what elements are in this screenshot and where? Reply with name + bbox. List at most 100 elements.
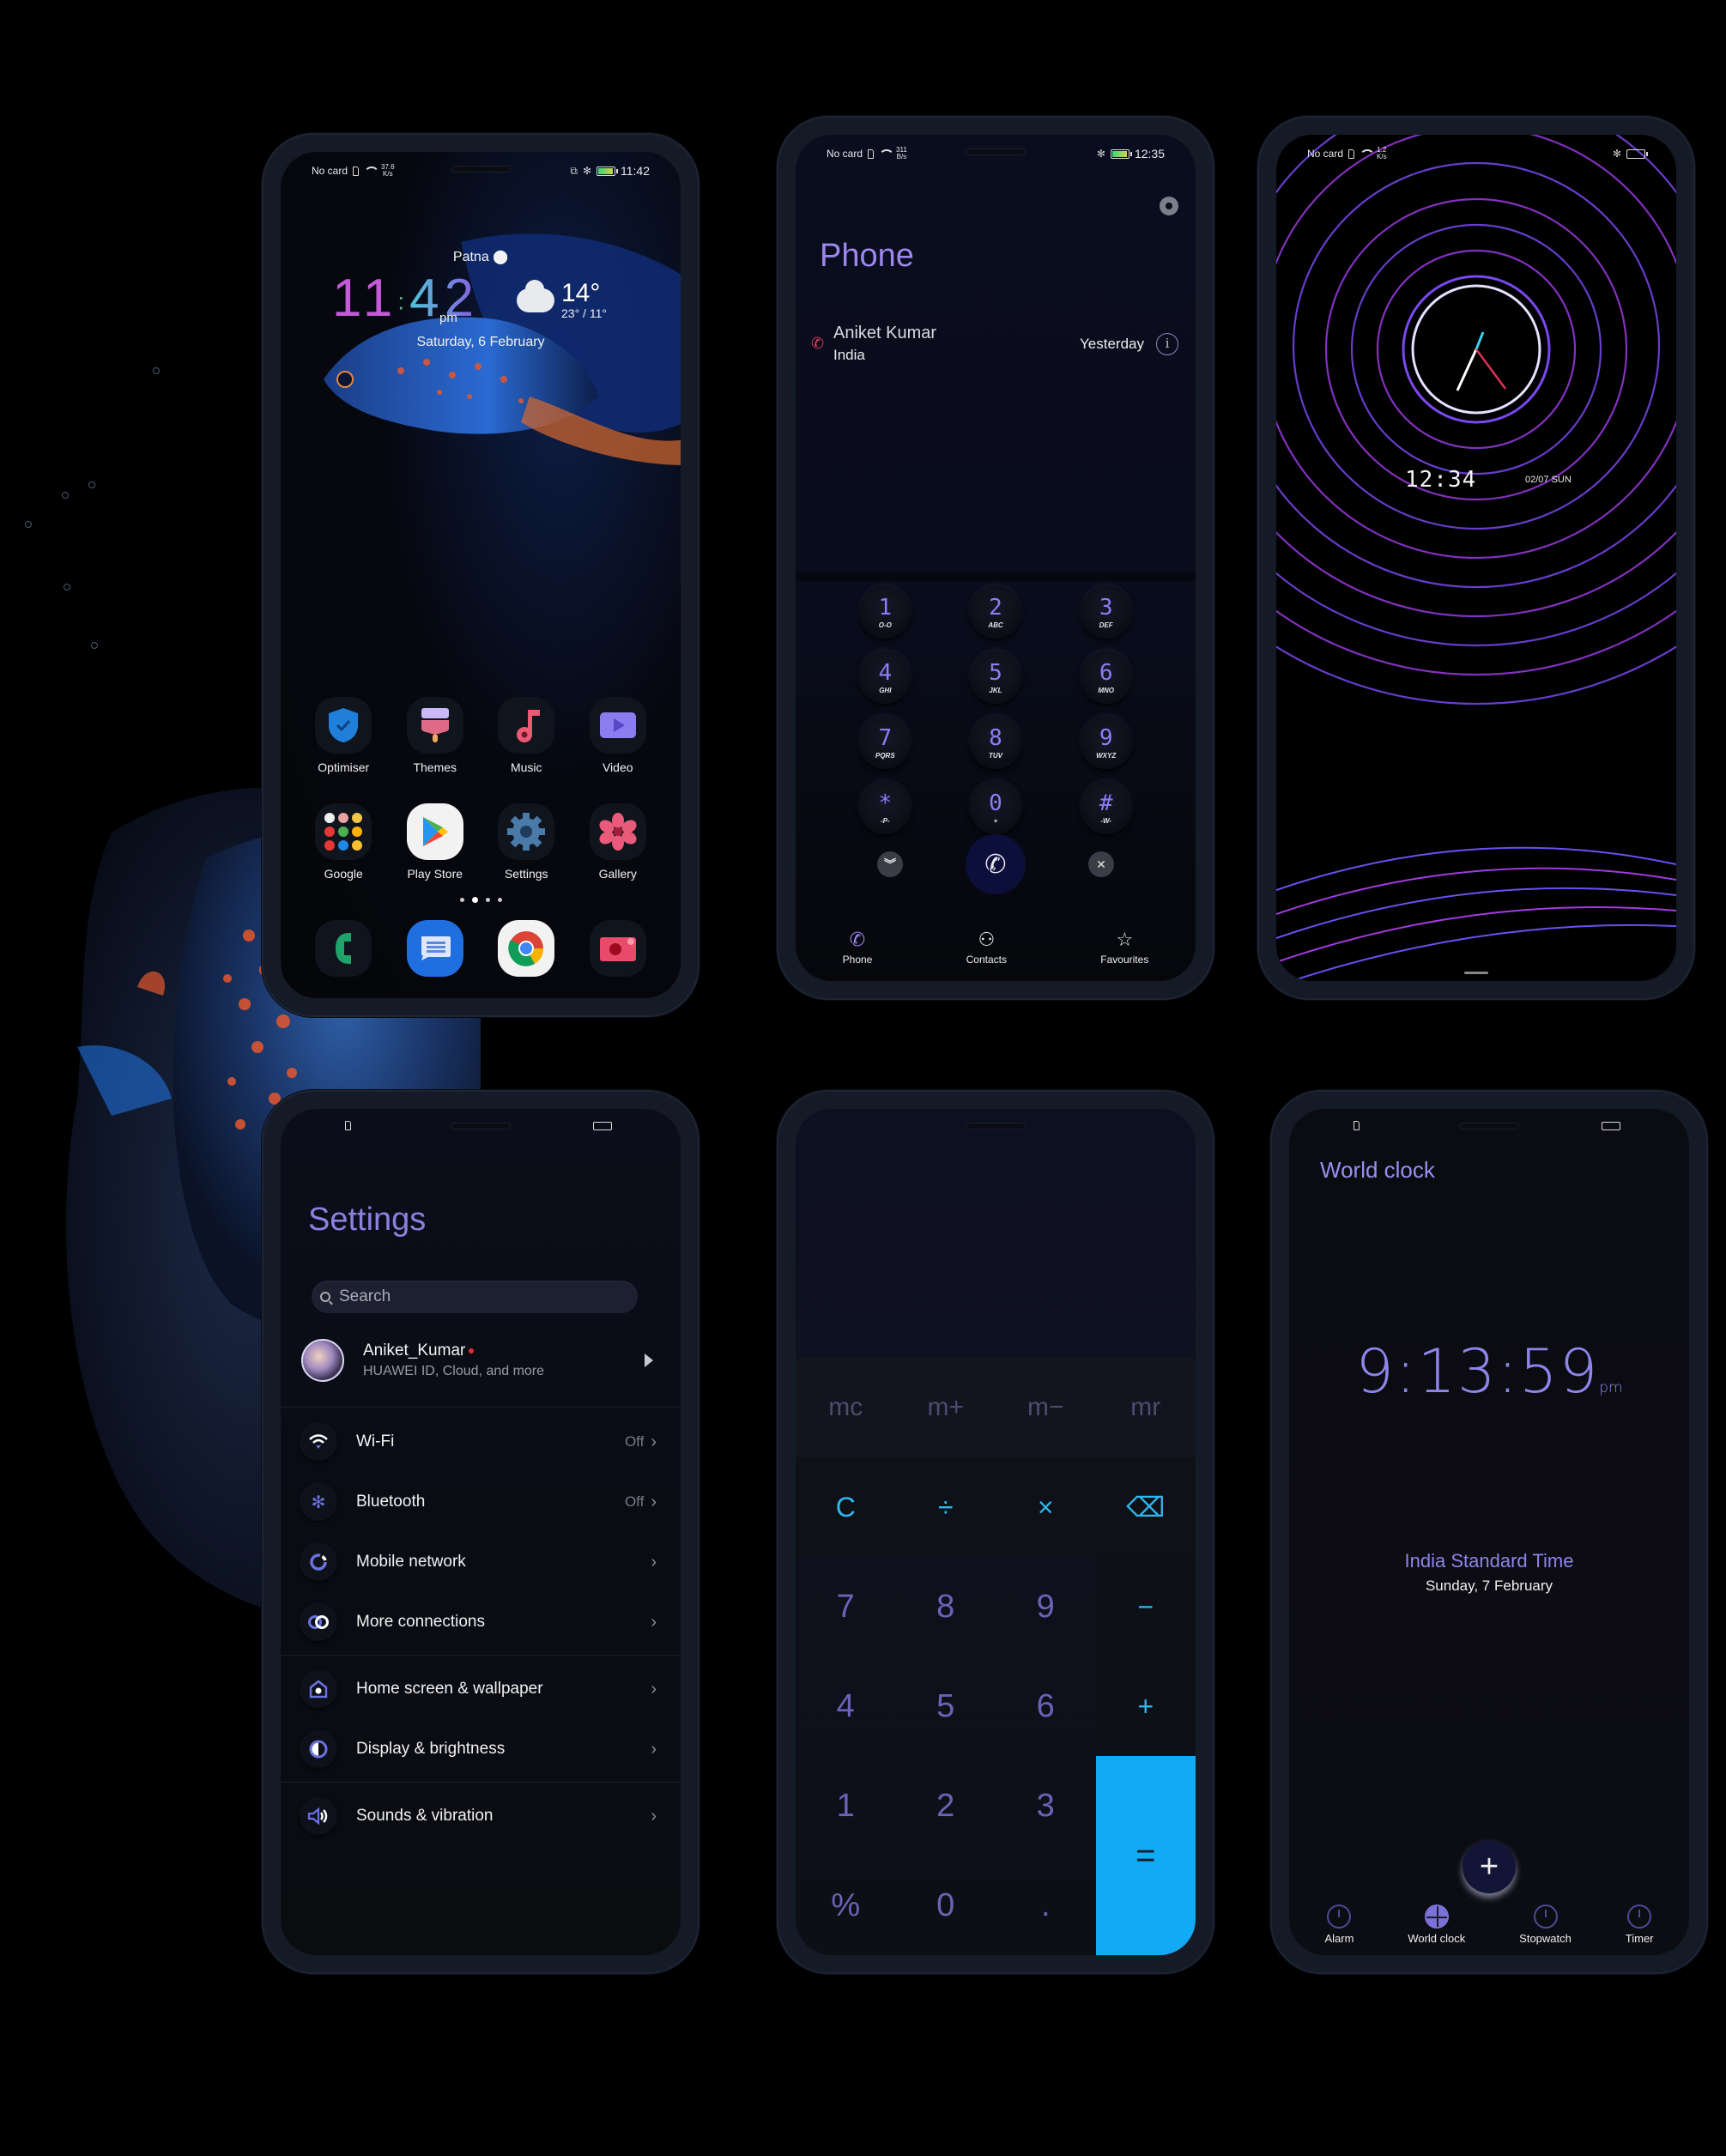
dial-key-digit: 6 <box>1099 659 1113 686</box>
settings-item-more-connections[interactable]: More connections › <box>300 1598 657 1646</box>
app-music[interactable]: Music <box>481 697 572 774</box>
app-themes[interactable]: Themes <box>390 697 481 774</box>
settings-item-wifi[interactable]: Wi-Fi Off › <box>300 1418 657 1466</box>
digit-key[interactable]: 0 <box>896 1856 996 1955</box>
memory-key[interactable]: m+ <box>895 1358 996 1457</box>
app-gallery[interactable]: Gallery <box>572 803 664 881</box>
tab-stopwatch[interactable]: Stopwatch <box>1519 1905 1572 1945</box>
search-bar[interactable] <box>312 1281 638 1313</box>
dock-phone[interactable] <box>298 920 390 977</box>
page-dot-active[interactable] <box>471 897 478 903</box>
page-dot[interactable] <box>497 898 502 902</box>
home-indicator[interactable] <box>1464 972 1488 974</box>
tab-phone[interactable]: ✆ Phone <box>843 930 873 966</box>
dial-key[interactable]: 1 O-O <box>859 585 911 639</box>
settings-item-mobile-network[interactable]: Mobile network › <box>300 1538 657 1586</box>
dial-key[interactable]: 2 ABC <box>969 585 1021 639</box>
tab-contacts[interactable]: ⚇ Contacts <box>966 930 1007 966</box>
settings-item-home-screen[interactable]: Home screen & wallpaper › <box>300 1665 657 1713</box>
add-city-button[interactable]: + <box>1463 1840 1516 1893</box>
add-key[interactable]: + <box>1095 1656 1196 1756</box>
decimal-key[interactable]: . <box>996 1856 1096 1955</box>
bluetooth-icon: ✻ <box>1612 148 1621 160</box>
dial-key[interactable]: 4 GHI <box>859 651 911 704</box>
dial-key[interactable]: * -P- <box>859 781 911 834</box>
settings-item-display[interactable]: Display & brightness › <box>300 1725 657 1773</box>
dial-key[interactable]: 8 TUV <box>969 716 1021 769</box>
page-dot[interactable] <box>485 898 490 902</box>
network-rate: 37.6 K/s <box>381 163 395 178</box>
cast-icon: ⧉ <box>570 164 578 177</box>
dial-key[interactable]: 6 MNO <box>1080 651 1132 704</box>
account-row[interactable]: Aniket_Kumar HUAWEI ID, Cloud, and more <box>301 1339 660 1382</box>
call-log-item[interactable]: ✆ Aniket Kumar India Yesterday i <box>811 324 1178 364</box>
memory-key[interactable]: mc <box>796 1358 896 1457</box>
dial-key[interactable]: 9 WXYZ <box>1080 716 1132 769</box>
aod-screen: No card 1.2 K/s ✻ 12:34 02/07 SUN <box>1276 135 1676 981</box>
subtract-key[interactable]: − <box>1095 1557 1196 1656</box>
digit-key[interactable]: 4 <box>796 1656 896 1756</box>
app-google-folder[interactable]: Google <box>298 803 390 881</box>
gear-icon <box>507 813 546 851</box>
sim-icon <box>868 148 875 159</box>
chevron-right-icon: › <box>651 1492 657 1511</box>
status-time: 11:42 <box>621 164 650 178</box>
dial-key[interactable]: 7 PQRS <box>859 716 911 769</box>
memory-key[interactable]: mr <box>1095 1358 1196 1457</box>
digit-key[interactable]: 5 <box>896 1656 996 1756</box>
digit-key[interactable]: 1 <box>796 1756 896 1856</box>
dial-key[interactable]: 5 JKL <box>969 651 1021 704</box>
tab-favourites[interactable]: ☆ Favourites <box>1100 930 1148 966</box>
dock-chrome[interactable] <box>481 920 572 977</box>
digit-key[interactable]: 7 <box>796 1557 896 1656</box>
app-settings[interactable]: Settings <box>481 803 572 881</box>
calculator-display <box>796 1109 1196 1358</box>
memory-key[interactable]: m− <box>996 1358 1096 1457</box>
dial-key-digit: 9 <box>1099 724 1113 751</box>
dial-key[interactable]: # -W- <box>1080 781 1132 834</box>
dock-messages[interactable] <box>390 920 481 977</box>
dial-key[interactable]: 0 + <box>969 781 1021 834</box>
dial-key[interactable]: 3 DEF <box>1080 585 1132 639</box>
equals-key[interactable]: = <box>1095 1756 1196 1955</box>
digit-key[interactable]: 3 <box>996 1756 1096 1856</box>
tab-timer[interactable]: Timer <box>1626 1905 1654 1945</box>
caller-name: Aniket Kumar <box>833 324 937 342</box>
collapse-dialpad-button[interactable]: ︾ <box>877 851 903 877</box>
call-button[interactable]: ✆ <box>966 834 1026 894</box>
app-video[interactable]: Video <box>572 697 664 774</box>
digit-key[interactable]: 9 <box>996 1557 1096 1656</box>
multiply-key[interactable]: × <box>996 1457 1096 1557</box>
world-clock-time: 9:13:59pm <box>1355 1336 1623 1407</box>
delete-button[interactable]: ✕ <box>1088 851 1114 877</box>
digit-key[interactable]: 2 <box>896 1756 996 1856</box>
search-input[interactable] <box>339 1287 593 1306</box>
wifi-icon <box>300 1423 337 1461</box>
percent-key[interactable]: % <box>796 1856 896 1955</box>
weather-widget[interactable]: 14° 23° / 11° <box>517 280 607 320</box>
bubble <box>64 584 70 590</box>
dialpad: 1 O-O 2 ABC 3 DEF 4 GHI 5 JKL 6 MNO 7 PQRS 8 TUV 9 WXYZ * -… <box>830 585 1161 834</box>
page-dot[interactable] <box>459 898 464 902</box>
bubble <box>62 492 69 499</box>
settings-item-bluetooth[interactable]: ✻ Bluetooth Off › <box>300 1478 657 1526</box>
sim-icon <box>1348 148 1355 159</box>
info-icon[interactable]: i <box>1156 332 1178 355</box>
page-indicator[interactable] <box>281 897 681 903</box>
tab-alarm[interactable]: Alarm <box>1324 1905 1354 1945</box>
clear-key[interactable]: C <box>796 1457 896 1557</box>
settings-gear-icon[interactable] <box>1160 197 1178 215</box>
app-optimiser[interactable]: Optimiser <box>298 697 390 774</box>
divide-key[interactable]: ÷ <box>895 1457 996 1557</box>
call-time: Yesterday <box>1080 335 1144 352</box>
dock-camera[interactable] <box>572 920 664 977</box>
tab-world-clock[interactable]: World clock <box>1408 1905 1465 1945</box>
backspace-key[interactable]: ⌫ <box>1095 1457 1196 1557</box>
dial-key-letters: WXYZ <box>1096 751 1117 760</box>
digit-key[interactable]: 8 <box>896 1557 996 1656</box>
settings-item-sounds[interactable]: Sounds & vibration › <box>300 1792 657 1840</box>
app-play-store[interactable]: Play Store <box>390 803 481 881</box>
avatar <box>301 1339 344 1382</box>
digit-key[interactable]: 6 <box>996 1656 1096 1756</box>
dial-key-letters: -P- <box>880 816 890 825</box>
